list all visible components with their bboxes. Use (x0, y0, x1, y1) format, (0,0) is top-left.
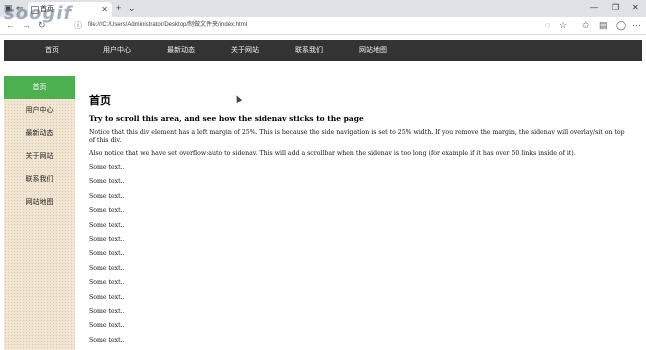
some-text-line: Some text.. (89, 221, 125, 229)
tab-close-icon[interactable]: ✕ (101, 2, 108, 17)
some-text-line: Some text.. (89, 250, 125, 258)
page-favicon-icon (31, 6, 39, 14)
browser-tab-active[interactable]: 首页 ✕ (28, 2, 112, 17)
some-text-line: Some text.. (89, 279, 125, 287)
topnav-about-link[interactable]: 关于网站 (231, 40, 259, 61)
tab-title: 首页 (40, 6, 54, 13)
some-text-line: Some text.. (89, 293, 125, 301)
favorites-list-icon[interactable]: ✩ (582, 19, 590, 32)
some-text-line: Some text.. (89, 178, 125, 186)
topnav-user-center-link[interactable]: 用户中心 (103, 40, 131, 61)
some-text-line: Some text.. (89, 307, 125, 315)
some-text-line: Some text.. (89, 264, 125, 272)
address-bar: ← → ↻ ⓘ file:///C:/Users/Administrator/D… (0, 17, 646, 35)
page-heading: 首页 (89, 94, 111, 107)
main-content: 首页 Try to scroll this area, and see how … (89, 92, 629, 350)
sidenav-user-center-link[interactable]: 用户中心 (4, 99, 75, 122)
minimize-icon[interactable]: — (590, 1, 598, 15)
browser-tab-bar: soogif ▣ ⇐ 首页 ✕ + ⌄ — ❐ ✕ (0, 0, 646, 24)
new-tab-button[interactable]: + (116, 1, 121, 15)
back-arrow-icon[interactable]: ← (6, 19, 15, 32)
reader-view-icon[interactable]: ◌ (545, 19, 550, 32)
url-field[interactable]: file:///C:/Users/Administrator/Desktop/制… (88, 20, 247, 31)
some-text-line: Some text.. (89, 207, 125, 215)
more-options-icon[interactable]: ⋯ (632, 19, 641, 32)
forward-arrow-icon[interactable]: → (22, 19, 31, 32)
tab-actions-icon[interactable]: ▣ (4, 1, 13, 15)
sidenav-home-link[interactable]: 首页 (4, 76, 75, 99)
profile-icon[interactable]: ◯ (616, 19, 626, 32)
some-text-line: Some text.. (89, 235, 125, 243)
some-text-line: Some text.. (89, 336, 125, 344)
collections-icon[interactable]: ▤ (599, 19, 608, 32)
some-text-line: Some text.. (89, 192, 125, 200)
topnav-news-link[interactable]: 最新动态 (167, 40, 195, 61)
tab-list-chevron-icon[interactable]: ⌄ (128, 1, 136, 15)
topnav-home-link[interactable]: 首页 (45, 40, 59, 61)
some-text-line: Some text.. (89, 322, 125, 330)
topnav-sitemap-link[interactable]: 网站地图 (359, 40, 387, 61)
sidenav-news-link[interactable]: 最新动态 (4, 122, 75, 145)
tab-back-icon[interactable]: ⇐ (16, 1, 24, 15)
sidenav-about-link[interactable]: 关于网站 (4, 145, 75, 168)
page-subheading: Try to scroll this area, and see how the… (89, 114, 364, 123)
some-text-line: Some text.. (89, 164, 125, 171)
close-window-icon[interactable]: ✕ (632, 1, 639, 15)
favorite-star-icon[interactable]: ☆ (559, 19, 567, 32)
paragraph-margin-note: Notice that this div element has a left … (89, 129, 625, 144)
topnav-contact-link[interactable]: 联系我们 (295, 40, 323, 61)
restore-icon[interactable]: ❐ (612, 1, 619, 15)
web-page: 首页 用户中心 最新动态 关于网站 联系我们 网站地图 首页 用户中心 最新动态… (0, 35, 646, 350)
sidenav-sitemap-link[interactable]: 网站地图 (4, 191, 75, 214)
file-info-icon[interactable]: ⓘ (74, 19, 82, 32)
top-navigation: 首页 用户中心 最新动态 关于网站 联系我们 网站地图 (4, 40, 642, 61)
side-navigation: 首页 用户中心 最新动态 关于网站 联系我们 网站地图 (4, 76, 75, 350)
refresh-icon[interactable]: ↻ (38, 19, 46, 32)
paragraph-overflow-note: Also notice that we have set overflow:au… (89, 150, 576, 157)
sidenav-contact-link[interactable]: 联系我们 (4, 168, 75, 191)
